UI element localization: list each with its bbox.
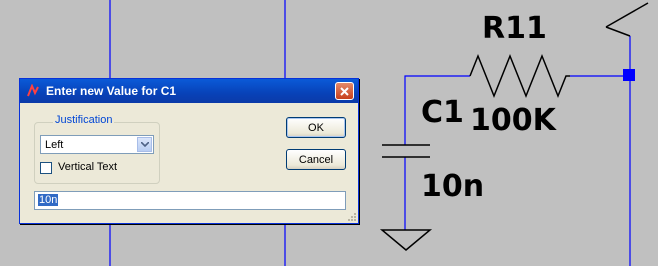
capacitor-ref-label[interactable]: C1 bbox=[421, 98, 464, 128]
resize-grip-icon[interactable] bbox=[346, 211, 356, 221]
ground-symbol[interactable] bbox=[379, 229, 433, 251]
vertical-text-label[interactable]: Vertical Text bbox=[58, 161, 117, 173]
chevron-down-icon[interactable] bbox=[137, 137, 152, 152]
justification-selected-value: Left bbox=[45, 139, 64, 151]
dialog-title: Enter new Value for C1 bbox=[46, 84, 177, 98]
justification-select[interactable]: Left bbox=[40, 135, 154, 154]
dialog-titlebar[interactable]: Enter new Value for C1 bbox=[20, 79, 358, 103]
edit-value-dialog: Enter new Value for C1 Justification Lef… bbox=[19, 78, 359, 224]
junction-node[interactable] bbox=[623, 69, 635, 81]
symbol-top-right bbox=[605, 2, 649, 28]
ok-button[interactable]: OK bbox=[286, 117, 346, 138]
resistor-value-label[interactable]: 100K bbox=[470, 106, 556, 136]
value-input-text: 10n bbox=[38, 194, 59, 206]
resistor-r11-symbol[interactable] bbox=[469, 53, 570, 99]
justification-group-label: Justification bbox=[53, 114, 115, 126]
resistor-ref-label[interactable]: R11 bbox=[482, 14, 547, 44]
capacitor-value-label[interactable]: 10n bbox=[421, 172, 484, 202]
vertical-text-checkbox[interactable] bbox=[40, 162, 52, 174]
close-icon bbox=[340, 86, 349, 96]
capacitor-c1-symbol[interactable] bbox=[382, 144, 430, 158]
ltspice-icon bbox=[26, 83, 40, 98]
value-input[interactable]: 10n bbox=[34, 191, 346, 210]
wire-r11-node bbox=[570, 36, 631, 77]
close-button[interactable] bbox=[335, 82, 354, 100]
symbol-top-right-2 bbox=[605, 26, 631, 37]
cancel-button[interactable]: Cancel bbox=[286, 149, 346, 170]
